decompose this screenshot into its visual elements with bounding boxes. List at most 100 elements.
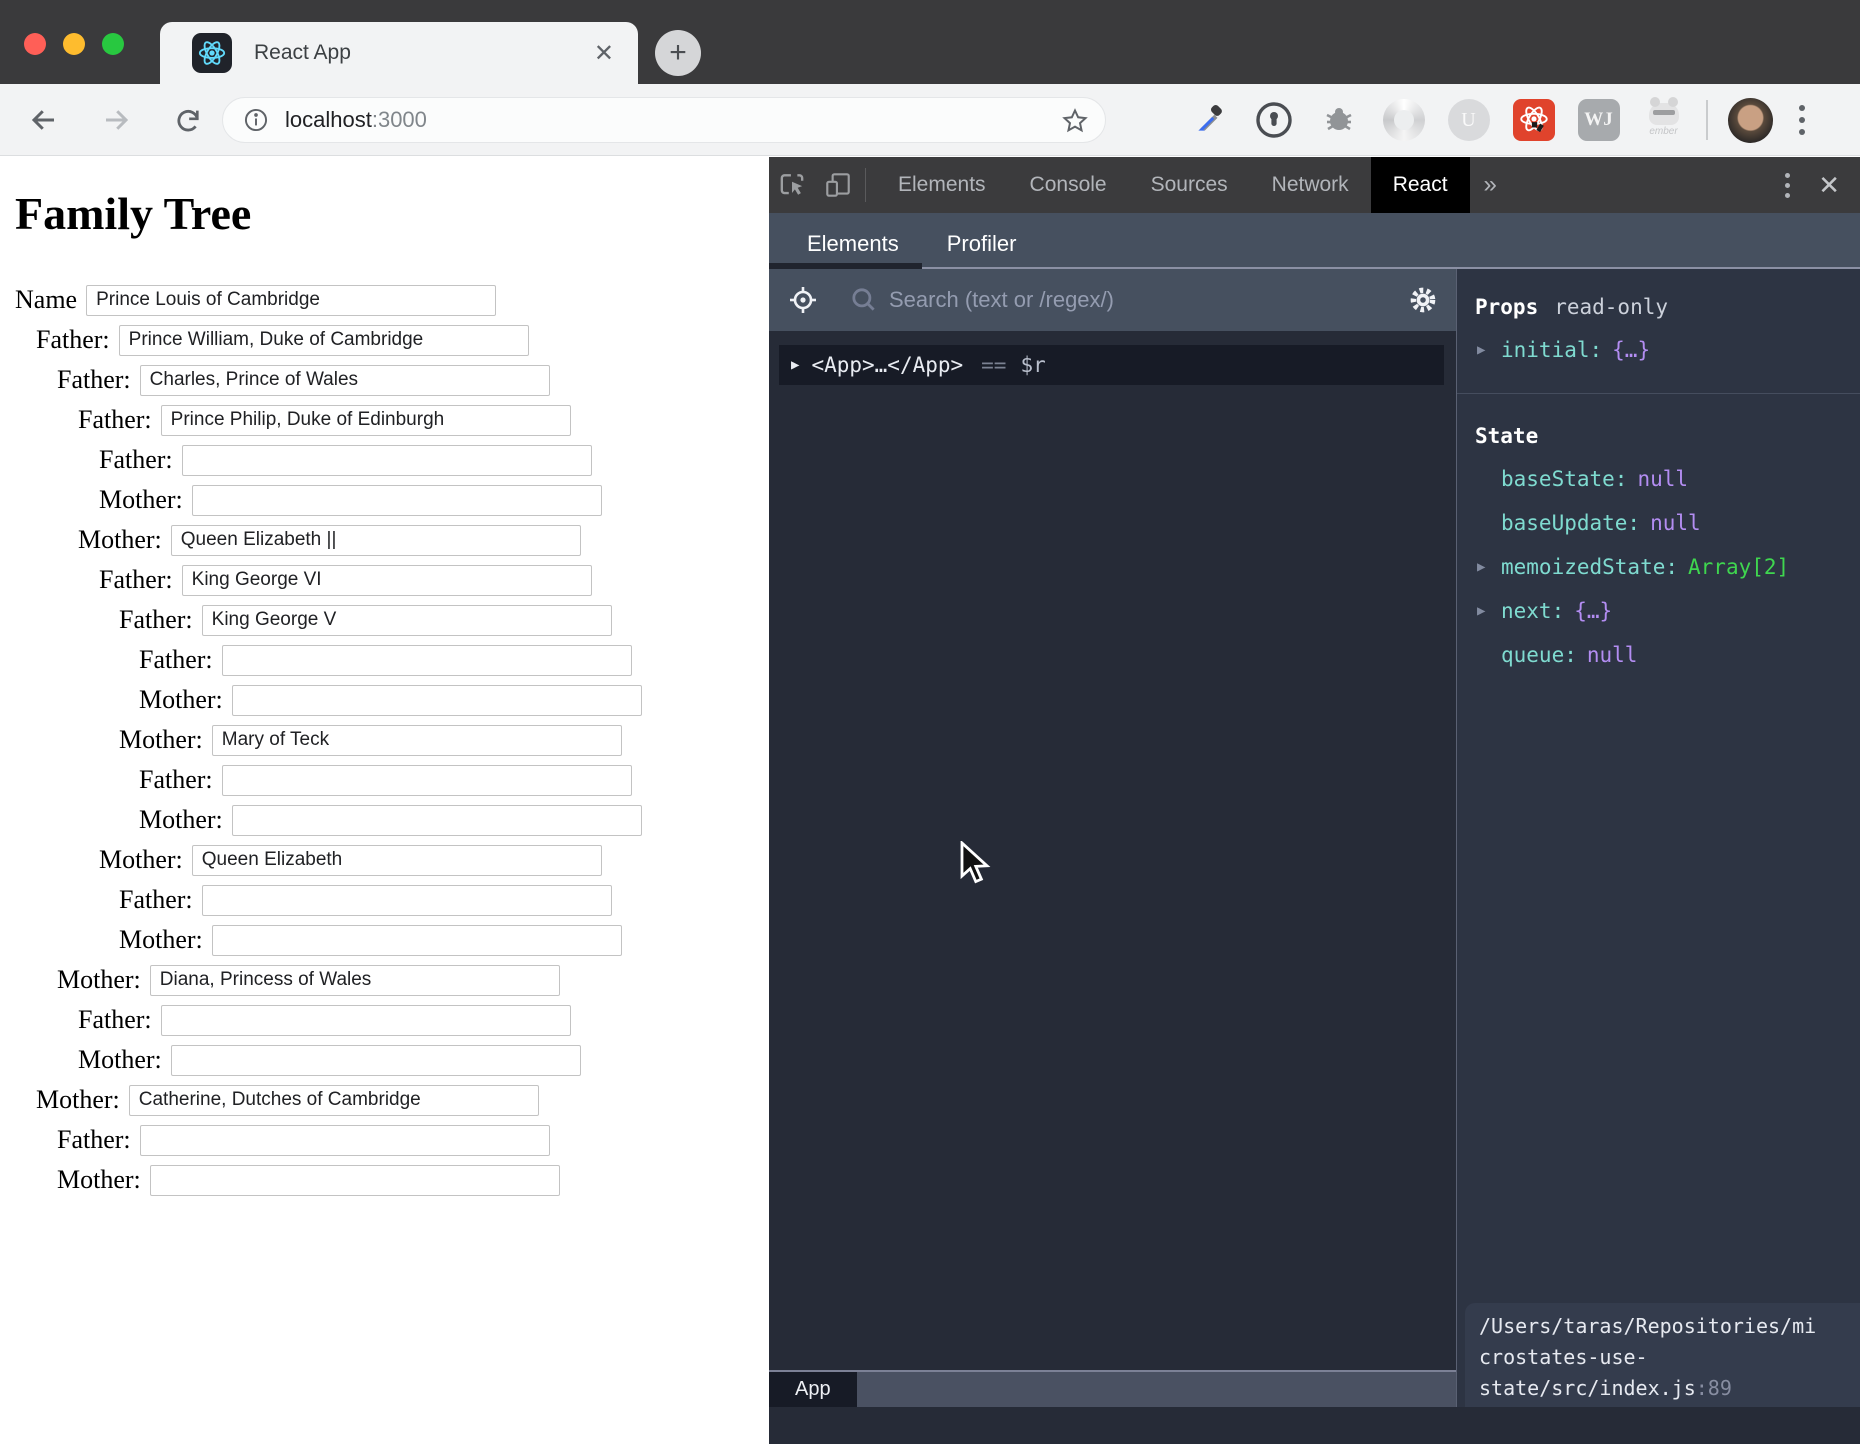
react-subtab-elements[interactable]: Elements — [797, 219, 909, 269]
state-row-next[interactable]: ▶ next: {…} — [1475, 598, 1860, 624]
father-input[interactable] — [202, 605, 612, 636]
browser-tab[interactable]: React App ✕ — [160, 22, 638, 84]
mother-input[interactable] — [171, 1045, 581, 1076]
devtools-panel: Elements Console Sources Network React »… — [769, 157, 1860, 1444]
mother-input[interactable] — [232, 685, 642, 716]
url-bar[interactable]: localhost:3000 — [222, 97, 1106, 143]
tab-elements[interactable]: Elements — [876, 157, 1008, 213]
father-label: Father: — [57, 1125, 131, 1155]
mother-input[interactable] — [129, 1085, 539, 1116]
mouse-cursor — [958, 841, 998, 885]
breadcrumb: App — [769, 1370, 1456, 1407]
minimize-window-button[interactable] — [63, 33, 85, 55]
mother-label: Mother: — [36, 1085, 120, 1115]
swirl-extension-icon[interactable] — [1381, 98, 1426, 143]
father-label: Father: — [139, 765, 213, 795]
father-input[interactable] — [222, 645, 632, 676]
person-row: Father: — [119, 604, 769, 636]
react-search-bar: Search (text or /regex/) — [769, 269, 1456, 331]
tab-react[interactable]: React — [1371, 157, 1470, 213]
expand-triangle-icon[interactable]: ▶ — [791, 357, 799, 373]
close-window-button[interactable] — [24, 33, 46, 55]
wj-extension-icon[interactable]: WJ — [1576, 98, 1621, 143]
father-input[interactable] — [222, 765, 632, 796]
state-row-basestate: baseState: null — [1475, 466, 1860, 492]
eyedropper-extension-icon[interactable] — [1186, 98, 1231, 143]
search-input[interactable]: Search (text or /regex/) — [889, 287, 1408, 313]
back-icon[interactable] — [22, 98, 66, 142]
inspect-element-icon[interactable] — [769, 165, 815, 205]
tab-sources[interactable]: Sources — [1129, 157, 1250, 213]
breadcrumb-item-app[interactable]: App — [769, 1372, 857, 1407]
tab-close-icon[interactable]: ✕ — [588, 39, 620, 68]
father-input[interactable] — [182, 445, 592, 476]
mother-label: Mother: — [119, 925, 203, 955]
zoom-window-button[interactable] — [102, 33, 124, 55]
mother-input[interactable] — [150, 1165, 560, 1196]
mother-input[interactable] — [171, 525, 581, 556]
react-devtools-extension-icon[interactable] — [1511, 98, 1556, 143]
source-line-number: :89 — [1696, 1376, 1732, 1400]
person-row: Mother: — [78, 524, 769, 556]
mother-input[interactable] — [212, 925, 622, 956]
ember-extension-icon[interactable]: ember — [1641, 98, 1686, 143]
devtools-menu-icon[interactable] — [1763, 173, 1812, 198]
mother-input[interactable] — [192, 485, 602, 516]
father-input[interactable] — [202, 885, 612, 916]
father-input[interactable] — [161, 1005, 571, 1036]
onepassword-extension-icon[interactable] — [1251, 98, 1296, 143]
father-label: Father: — [99, 445, 173, 475]
state-row-memoizedstate[interactable]: ▶ memoizedState: Array[2] — [1475, 554, 1860, 580]
prop-row-initial[interactable]: ▶ initial: {…} — [1475, 337, 1860, 363]
person-row: Mother: — [36, 1084, 769, 1116]
read-only-badge: read-only — [1554, 295, 1668, 319]
section-divider — [1457, 393, 1860, 394]
mother-label: Mother: — [139, 805, 223, 835]
bug-extension-icon[interactable] — [1316, 98, 1361, 143]
tab-network[interactable]: Network — [1250, 157, 1371, 213]
father-input[interactable] — [161, 405, 571, 436]
reload-icon[interactable] — [166, 98, 210, 142]
react-subtabs: Elements Profiler — [769, 213, 1860, 269]
device-toolbar-icon[interactable] — [815, 165, 861, 205]
react-subtab-profiler[interactable]: Profiler — [937, 219, 1027, 269]
forward-icon — [94, 98, 138, 142]
tab-console[interactable]: Console — [1008, 157, 1129, 213]
console-ref: $r — [1020, 353, 1045, 377]
source-location[interactable]: /Users/taras/Repositories/mi crostates-u… — [1465, 1303, 1860, 1407]
person-row: Father: — [78, 404, 769, 436]
name-input[interactable] — [86, 285, 496, 316]
more-tabs-icon[interactable]: » — [1470, 171, 1511, 199]
father-input[interactable] — [140, 1125, 550, 1156]
expand-triangle-icon[interactable]: ▶ — [1475, 603, 1501, 619]
father-label: Father: — [139, 645, 213, 675]
site-info-icon[interactable] — [243, 107, 269, 133]
browser-menu-icon[interactable] — [1793, 99, 1811, 141]
father-label: Father: — [78, 405, 152, 435]
mother-input[interactable] — [232, 805, 642, 836]
father-input[interactable] — [119, 325, 529, 356]
father-input[interactable] — [182, 565, 592, 596]
mother-label: Mother: — [78, 1045, 162, 1075]
url-text[interactable]: localhost:3000 — [285, 107, 427, 133]
person-row: Mother: — [139, 804, 769, 836]
new-tab-button[interactable]: + — [655, 30, 701, 76]
profile-avatar[interactable] — [1728, 98, 1773, 143]
person-row: Mother: — [57, 964, 769, 996]
mother-label: Mother: — [119, 725, 203, 755]
ublock-disabled-extension-icon[interactable]: U — [1446, 98, 1491, 143]
mother-input[interactable] — [192, 845, 602, 876]
person-row: Father: — [36, 324, 769, 356]
mother-input[interactable] — [150, 965, 560, 996]
father-input[interactable] — [140, 365, 550, 396]
mother-label: Mother: — [99, 485, 183, 515]
settings-gear-icon[interactable] — [1408, 285, 1438, 315]
expand-triangle-icon[interactable]: ▶ — [1475, 342, 1501, 358]
expand-triangle-icon[interactable]: ▶ — [1475, 559, 1501, 575]
devtools-close-icon[interactable]: ✕ — [1812, 170, 1860, 201]
select-element-icon[interactable] — [787, 284, 819, 316]
bookmark-star-icon[interactable] — [1061, 107, 1089, 135]
component-row-app[interactable]: ▶ <App>…</App> == $r — [779, 345, 1444, 385]
mother-input[interactable] — [212, 725, 622, 756]
father-label: Father: — [119, 885, 193, 915]
